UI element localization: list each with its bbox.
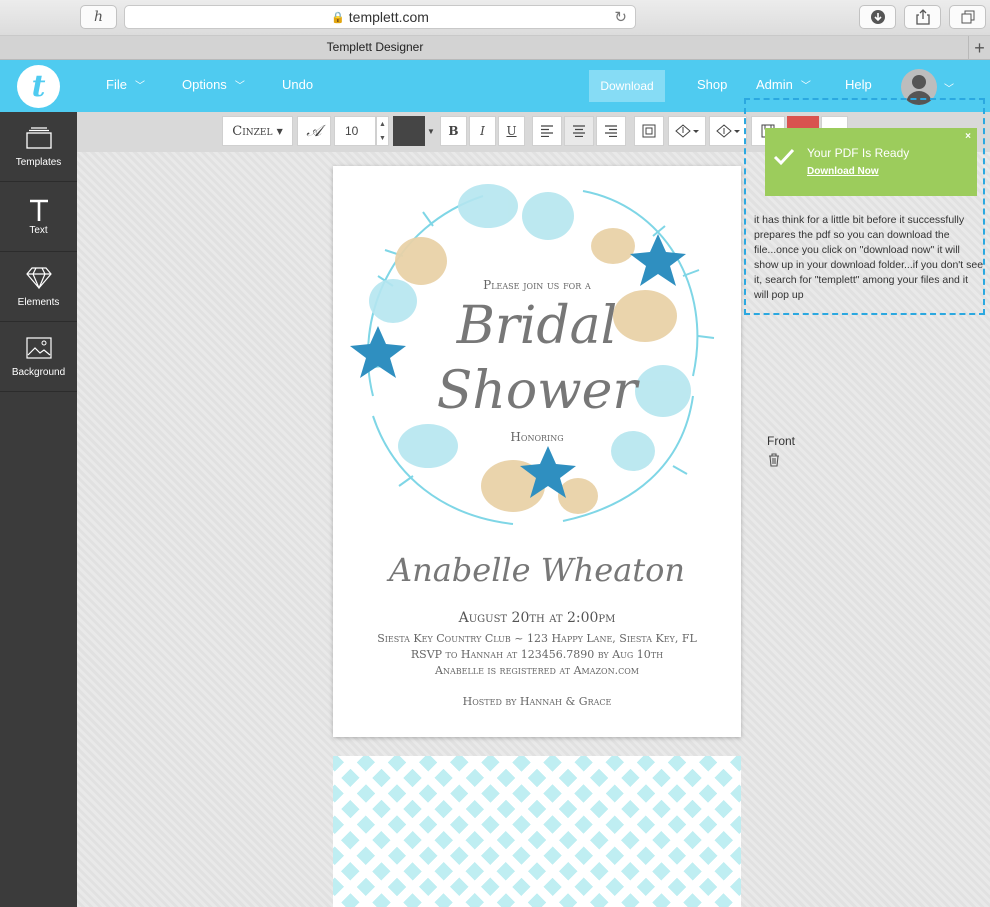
undo-button[interactable]: Undo: [282, 77, 313, 92]
font-size-stepper[interactable]: ▲ ▼: [376, 116, 389, 146]
sidebar-item-label: Text: [29, 225, 48, 236]
registry-text[interactable]: Anabelle is registered at Amazon.com: [333, 664, 741, 677]
font-family-select[interactable]: Cinzel ▼: [222, 116, 293, 146]
layers-up-icon: [675, 124, 699, 138]
browser-toolbar: h 🔒 templett.com ↻: [0, 0, 990, 36]
align-right-icon: [605, 125, 617, 137]
diamond-icon: [25, 265, 52, 291]
event-location-text[interactable]: Siesta Key Country Club ~ 123 Happy Lane…: [333, 632, 741, 645]
align-center-icon: [573, 125, 585, 137]
align-left-icon: [541, 125, 553, 137]
shop-link[interactable]: Shop: [697, 77, 727, 92]
honoree-name-text[interactable]: Anabelle Wheaton: [333, 551, 741, 589]
invite-intro-text[interactable]: Please join us for a: [333, 278, 741, 292]
share-icon: [915, 9, 930, 25]
options-menu-label: Options: [182, 77, 227, 92]
honoring-text[interactable]: Honoring: [333, 430, 741, 444]
templett-logo[interactable]: t: [17, 65, 60, 108]
caret-down-icon: ▼: [276, 126, 283, 136]
caret-down-icon[interactable]: ▼: [427, 127, 435, 136]
sidebar-item-templates[interactable]: Templates: [0, 112, 77, 182]
bold-button[interactable]: B: [440, 116, 467, 146]
new-tab-button[interactable]: +: [968, 36, 990, 60]
font-style-button[interactable]: 𝒜: [297, 116, 331, 146]
image-icon: [25, 335, 52, 361]
left-sidebar: Templates Text Elements Background: [0, 112, 77, 907]
sidebar-item-label: Elements: [17, 297, 60, 308]
help-link[interactable]: Help: [845, 77, 872, 92]
layers-down-icon: [716, 124, 740, 138]
chevron-down-icon[interactable]: ﹀: [944, 80, 954, 95]
tabs-overview-button[interactable]: [949, 5, 986, 29]
font-size-input[interactable]: 10: [334, 116, 376, 146]
reload-icon[interactable]: ↻: [614, 8, 627, 26]
url-text: templett.com: [348, 9, 429, 25]
caret-down-icon: ▼: [379, 134, 386, 142]
trash-icon[interactable]: [768, 453, 780, 472]
close-icon[interactable]: ×: [965, 131, 971, 142]
text-icon: [28, 197, 50, 223]
chevron-down-icon: ﹀: [134, 81, 145, 92]
sidebar-item-label: Background: [11, 367, 66, 378]
download-now-link[interactable]: Download Now: [807, 166, 879, 177]
templates-icon: [25, 125, 52, 151]
chevron-down-icon: ﹀: [234, 81, 245, 92]
italic-button[interactable]: I: [469, 116, 496, 146]
address-bar[interactable]: 🔒 templett.com ↻: [124, 5, 636, 29]
caret-up-icon: ▲: [379, 120, 386, 128]
align-center-button[interactable]: [564, 116, 594, 146]
file-menu[interactable]: File ﹀: [106, 77, 145, 92]
duplicate-icon: [642, 124, 656, 138]
layer-up-button[interactable]: [668, 116, 706, 146]
layer-down-button[interactable]: [709, 116, 747, 146]
sidebar-item-text[interactable]: Text: [0, 182, 77, 252]
file-menu-label: File: [106, 77, 127, 92]
align-right-button[interactable]: [596, 116, 626, 146]
downloads-button[interactable]: [859, 5, 896, 29]
tab-templett-designer[interactable]: Templett Designer: [0, 40, 750, 54]
checkmark-icon: [773, 148, 795, 166]
duplicate-button[interactable]: [634, 116, 664, 146]
underline-button[interactable]: U: [498, 116, 525, 146]
download-icon: [870, 10, 885, 24]
page-front-label[interactable]: Front: [767, 434, 795, 448]
invite-title-line1[interactable]: Bridal: [333, 296, 741, 356]
chevron-down-icon: ﹀: [800, 81, 811, 92]
admin-menu-label: Admin: [756, 77, 793, 92]
tab-bar: Templett Designer +: [0, 36, 990, 60]
sidebar-item-label: Templates: [15, 157, 62, 168]
options-menu[interactable]: Options ﹀: [182, 77, 245, 92]
share-button[interactable]: [904, 5, 941, 29]
admin-menu[interactable]: Admin ﹀: [756, 77, 811, 92]
event-date-text[interactable]: August 20th at 2:00pm: [333, 610, 741, 626]
font-family-value: Cinzel: [232, 123, 273, 139]
download-button[interactable]: Download: [589, 70, 665, 102]
invite-title-line2[interactable]: Shower: [333, 361, 741, 421]
text-color-swatch[interactable]: [393, 116, 425, 146]
rsvp-text[interactable]: RSVP to Hannah at 123456.7890 by Aug 10t…: [333, 648, 741, 661]
align-left-button[interactable]: [532, 116, 562, 146]
lock-icon: 🔒: [331, 11, 345, 24]
hover-extension-icon[interactable]: h: [80, 5, 117, 29]
script-font-icon: 𝒜: [306, 121, 322, 140]
hosted-by-text[interactable]: Hosted by Hannah & Grace: [333, 695, 741, 708]
toast-title: Your PDF Is Ready: [807, 146, 910, 160]
invitation-card-front[interactable]: Please join us for a Bridal Shower Honor…: [333, 166, 741, 737]
invitation-card-back[interactable]: [333, 756, 741, 907]
pdf-ready-toast: Your PDF Is Ready Download Now ×: [765, 128, 977, 196]
sidebar-item-background[interactable]: Background: [0, 322, 77, 392]
tabs-icon: [961, 10, 974, 24]
annotation-note: it has think for a little bit before it …: [754, 214, 984, 301]
sidebar-item-elements[interactable]: Elements: [0, 252, 77, 322]
